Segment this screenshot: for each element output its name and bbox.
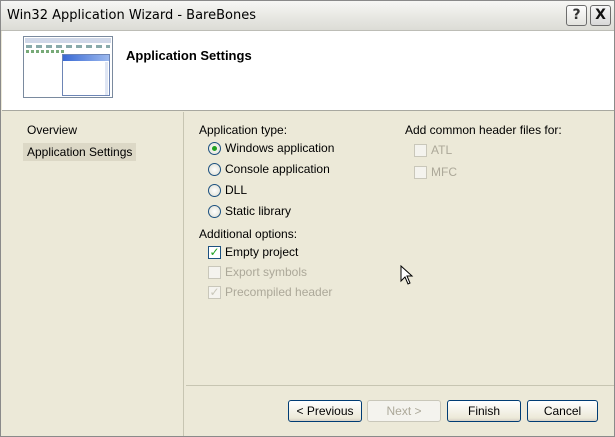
finish-button[interactable]: Finish bbox=[447, 400, 521, 422]
checkbox-label: MFC bbox=[431, 165, 457, 179]
checkbox bbox=[208, 265, 221, 279]
radio-button[interactable] bbox=[208, 183, 221, 197]
radio-label: Console application bbox=[225, 162, 330, 176]
checkbox-label: Precompiled header bbox=[225, 285, 333, 299]
nav-item-overview[interactable]: Overview bbox=[23, 121, 81, 139]
radio-label: Windows application bbox=[225, 141, 335, 155]
next-button: Next > bbox=[367, 400, 441, 422]
previous-button[interactable]: < Previous bbox=[288, 400, 362, 422]
header-files-label: Add common header files for: bbox=[405, 123, 562, 137]
settings-panel: Application type: Windows application Co… bbox=[186, 112, 614, 386]
checkbox-atl: ATL bbox=[414, 143, 452, 157]
checkbox-label: Empty project bbox=[225, 245, 299, 259]
application-type-label: Application type: bbox=[199, 123, 288, 137]
header-banner: Application Settings bbox=[2, 31, 614, 111]
checkbox-export-symbols: Export symbols bbox=[208, 265, 307, 279]
checkbox-mfc: MFC bbox=[414, 165, 457, 179]
title-bar[interactable]: Win32 Application Wizard - BareBones ? X bbox=[1, 1, 614, 31]
radio-dll[interactable]: DLL bbox=[208, 183, 247, 197]
radio-label: DLL bbox=[225, 183, 248, 197]
radio-label: Static library bbox=[225, 204, 292, 218]
nav-item-application-settings[interactable]: Application Settings bbox=[23, 143, 137, 161]
cancel-button[interactable]: Cancel bbox=[527, 400, 598, 422]
checkbox bbox=[414, 165, 427, 179]
close-button[interactable]: X bbox=[590, 5, 611, 26]
window-title: Win32 Application Wizard - BareBones bbox=[7, 8, 256, 23]
window-preview-icon bbox=[23, 36, 113, 98]
radio-windows-application[interactable]: Windows application bbox=[208, 141, 334, 155]
radio-console-application[interactable]: Console application bbox=[208, 162, 330, 176]
radio-button[interactable] bbox=[208, 141, 221, 155]
checkbox-empty-project[interactable]: ✓ Empty project bbox=[208, 245, 298, 259]
radio-static-library[interactable]: Static library bbox=[208, 204, 291, 218]
wizard-window: Win32 Application Wizard - BareBones ? X… bbox=[0, 0, 615, 437]
radio-button[interactable] bbox=[208, 204, 221, 218]
button-bar: < Previous Next > Finish Cancel bbox=[186, 385, 614, 436]
checkbox bbox=[414, 143, 427, 157]
wizard-nav: Overview Application Settings bbox=[2, 112, 184, 436]
checkbox[interactable]: ✓ bbox=[208, 245, 221, 259]
help-button[interactable]: ? bbox=[566, 5, 587, 26]
mouse-cursor-icon bbox=[400, 265, 414, 285]
checkbox-precompiled-header: ✓ Precompiled header bbox=[208, 285, 332, 299]
radio-button[interactable] bbox=[208, 162, 221, 176]
page-title: Application Settings bbox=[126, 48, 252, 63]
additional-options-label: Additional options: bbox=[199, 227, 298, 241]
checkbox-label: Export symbols bbox=[225, 265, 308, 279]
checkbox: ✓ bbox=[208, 284, 221, 299]
checkbox-label: ATL bbox=[431, 143, 453, 157]
